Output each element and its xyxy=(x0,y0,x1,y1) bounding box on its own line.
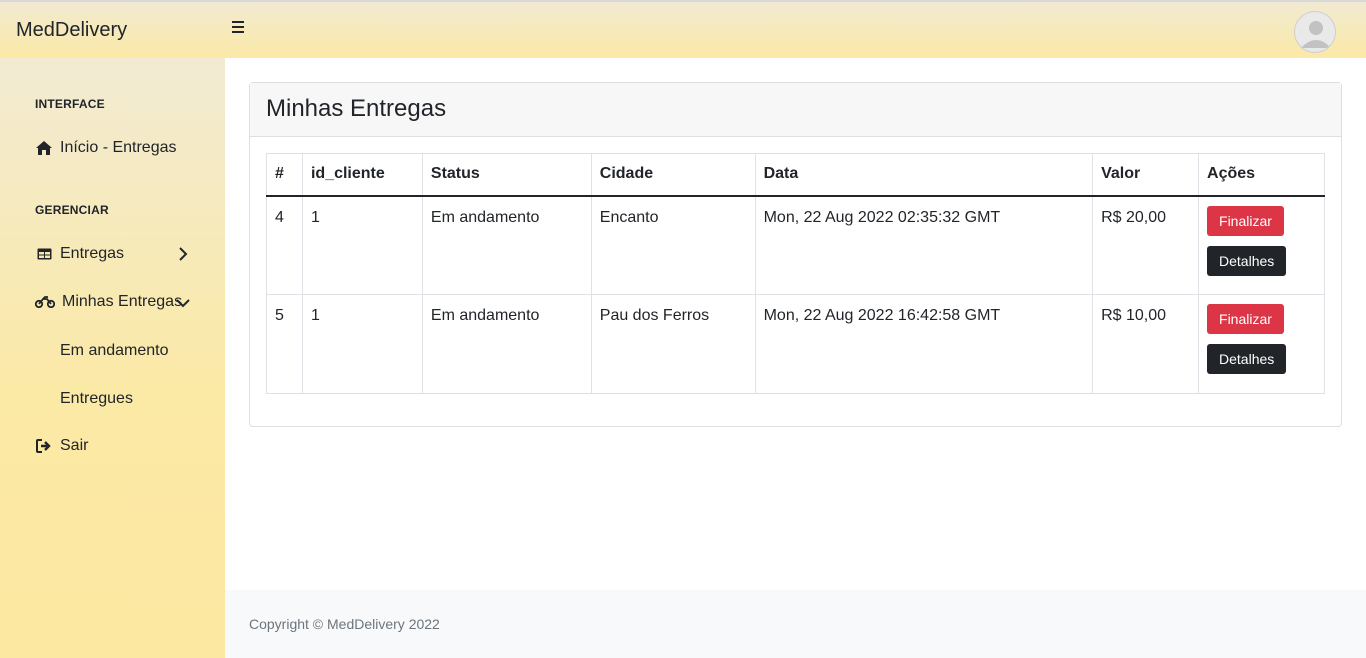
detalhes-button[interactable]: Detalhes xyxy=(1207,245,1287,276)
cell-id: 4 xyxy=(266,195,303,295)
table-row: 5 1 Em andamento Pau dos Ferros Mon, 22 … xyxy=(266,294,1325,394)
cell-id: 5 xyxy=(266,294,303,394)
cell-id-cliente: 1 xyxy=(301,294,423,394)
finalizar-button[interactable]: Finalizar xyxy=(1207,205,1284,236)
cell-status: Em andamento xyxy=(421,294,592,394)
sidebar-subitem-em-andamento[interactable]: Em andamento xyxy=(60,342,169,360)
footer: Copyright © MedDelivery 2022 xyxy=(225,590,1366,658)
brand-logo[interactable]: MedDelivery xyxy=(16,19,127,42)
cell-id-cliente: 1 xyxy=(301,195,423,295)
cell-acoes: Finalizar Detalhes xyxy=(1198,294,1325,394)
column-header-data: Data xyxy=(754,153,1094,197)
chevron-right-icon[interactable] xyxy=(176,247,190,261)
motorcycle-icon xyxy=(35,294,55,310)
cell-valor: R$ 10,00 xyxy=(1092,294,1200,394)
sidebar-subitem-entregues[interactable]: Entregues xyxy=(60,390,133,408)
column-header-acoes: Ações xyxy=(1198,153,1325,197)
finalizar-button[interactable]: Finalizar xyxy=(1207,304,1284,334)
cell-data: Mon, 22 Aug 2022 16:42:58 GMT xyxy=(754,294,1094,394)
sidebar-item-label: Início - Entregas xyxy=(60,139,177,156)
page-title: Minhas Entregas xyxy=(250,83,1341,137)
cell-cidade: Pau dos Ferros xyxy=(590,294,756,394)
menu-icon[interactable] xyxy=(232,21,248,37)
column-header-cidade: Cidade xyxy=(590,153,756,197)
deliveries-table: # id_cliente Status Cidade Data Valor Aç… xyxy=(266,153,1325,394)
avatar-icon xyxy=(1301,21,1331,48)
sign-out-icon xyxy=(35,438,53,454)
column-header-id: # xyxy=(266,153,303,197)
table-icon xyxy=(35,246,53,262)
sidebar-item-label: Entregas xyxy=(60,245,125,262)
column-header-id-cliente: id_cliente xyxy=(301,153,423,197)
cell-valor: R$ 20,00 xyxy=(1092,195,1200,295)
detalhes-button[interactable]: Detalhes xyxy=(1207,344,1287,374)
chevron-down-icon[interactable] xyxy=(176,296,190,310)
sidebar-heading-interface: INTERFACE xyxy=(35,97,105,111)
sidebar: INTERFACE Início - Entregas GERENCIAR En… xyxy=(0,58,225,658)
top-navbar: MedDelivery xyxy=(0,0,1366,58)
deliveries-card: Minhas Entregas # id_cliente Status Cida… xyxy=(249,82,1342,427)
sidebar-item-sair[interactable]: Sair xyxy=(35,434,88,458)
sidebar-item-inicio[interactable]: Início - Entregas xyxy=(35,136,177,160)
copyright-text: Copyright © MedDelivery 2022 xyxy=(249,616,440,632)
sidebar-heading-gerenciar: GERENCIAR xyxy=(35,203,109,217)
column-header-valor: Valor xyxy=(1092,153,1200,197)
cell-acoes: Finalizar Detalhes xyxy=(1198,195,1325,295)
sidebar-item-entregas[interactable]: Entregas xyxy=(35,242,124,266)
table-header-row: # id_cliente Status Cidade Data Valor Aç… xyxy=(266,153,1325,197)
cell-data: Mon, 22 Aug 2022 02:35:32 GMT xyxy=(754,195,1094,295)
cell-cidade: Encanto xyxy=(590,195,756,295)
sidebar-item-label: Sair xyxy=(60,437,89,454)
sidebar-item-label: Minhas Entregas xyxy=(62,293,183,310)
home-icon xyxy=(35,140,53,156)
table-row: 4 1 Em andamento Encanto Mon, 22 Aug 202… xyxy=(266,195,1325,295)
avatar[interactable] xyxy=(1294,11,1336,53)
column-header-status: Status xyxy=(421,153,592,197)
sidebar-item-minhas-entregas[interactable]: Minhas Entregas xyxy=(35,290,182,314)
cell-status: Em andamento xyxy=(421,195,592,295)
